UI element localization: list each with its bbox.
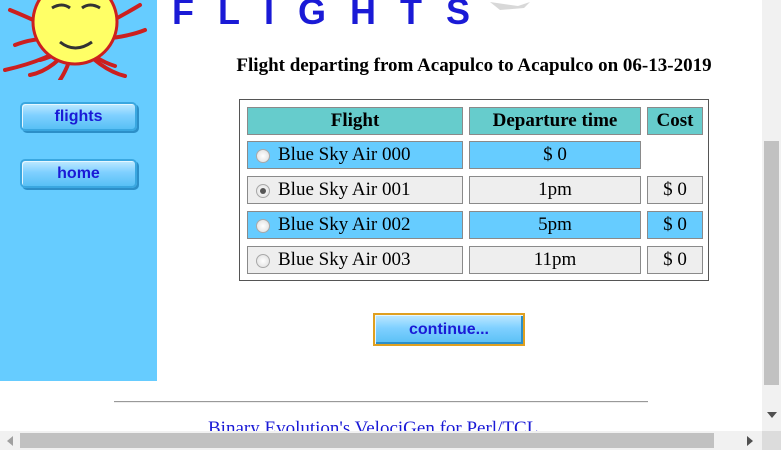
table-row: Blue Sky Air 003 <box>247 246 463 274</box>
flight-name: Blue Sky Air 000 <box>278 144 411 165</box>
page-heading: Flight departing from Acapulco to Acapul… <box>236 55 712 76</box>
flights-logo-text: FLIGHTS <box>172 0 494 32</box>
scroll-left-arrow-icon[interactable] <box>7 436 13 446</box>
column-header-flight: Flight <box>247 107 463 135</box>
flight-name: Blue Sky Air 002 <box>278 214 411 235</box>
cost: $ 0 <box>647 211 703 239</box>
departure-time: $ 0 <box>469 141 641 169</box>
flight-radio[interactable] <box>256 184 270 198</box>
footer-divider <box>114 401 648 403</box>
cost: $ 0 <box>647 176 703 204</box>
horizontal-scrollbar[interactable] <box>0 431 762 450</box>
departure-time: 5pm <box>469 211 641 239</box>
flights-button[interactable]: flights <box>20 102 137 131</box>
table-row: Blue Sky Air 002 <box>247 211 463 239</box>
flight-radio[interactable] <box>256 219 270 233</box>
flight-name: Blue Sky Air 001 <box>278 179 411 200</box>
cost: $ 0 <box>647 246 703 274</box>
departure-time: 11pm <box>469 246 641 274</box>
continue-button[interactable]: continue... <box>373 313 525 346</box>
column-header-departure-time: Departure time <box>469 107 641 135</box>
sidebar: flights home <box>0 0 157 381</box>
airplane-icon <box>490 2 530 10</box>
scrollbar-corner <box>762 431 781 450</box>
column-header-cost: Cost <box>647 107 703 135</box>
scroll-right-arrow-icon[interactable] <box>747 436 753 446</box>
vertical-scrollbar[interactable] <box>762 0 781 431</box>
flight-name: Blue Sky Air 003 <box>278 249 411 270</box>
flight-radio[interactable] <box>256 149 270 163</box>
scroll-down-arrow-icon[interactable] <box>767 412 777 418</box>
sun-logo <box>0 0 150 80</box>
horizontal-scroll-thumb[interactable] <box>20 433 714 448</box>
flight-table: Flight Departure time Cost Blue Sky Air … <box>239 99 709 281</box>
departure-time: 1pm <box>469 176 641 204</box>
table-row: Blue Sky Air 000 <box>247 141 463 169</box>
table-row: Blue Sky Air 001 <box>247 176 463 204</box>
vertical-scroll-thumb[interactable] <box>764 141 779 385</box>
flight-radio[interactable] <box>256 254 270 268</box>
home-button[interactable]: home <box>20 159 137 188</box>
